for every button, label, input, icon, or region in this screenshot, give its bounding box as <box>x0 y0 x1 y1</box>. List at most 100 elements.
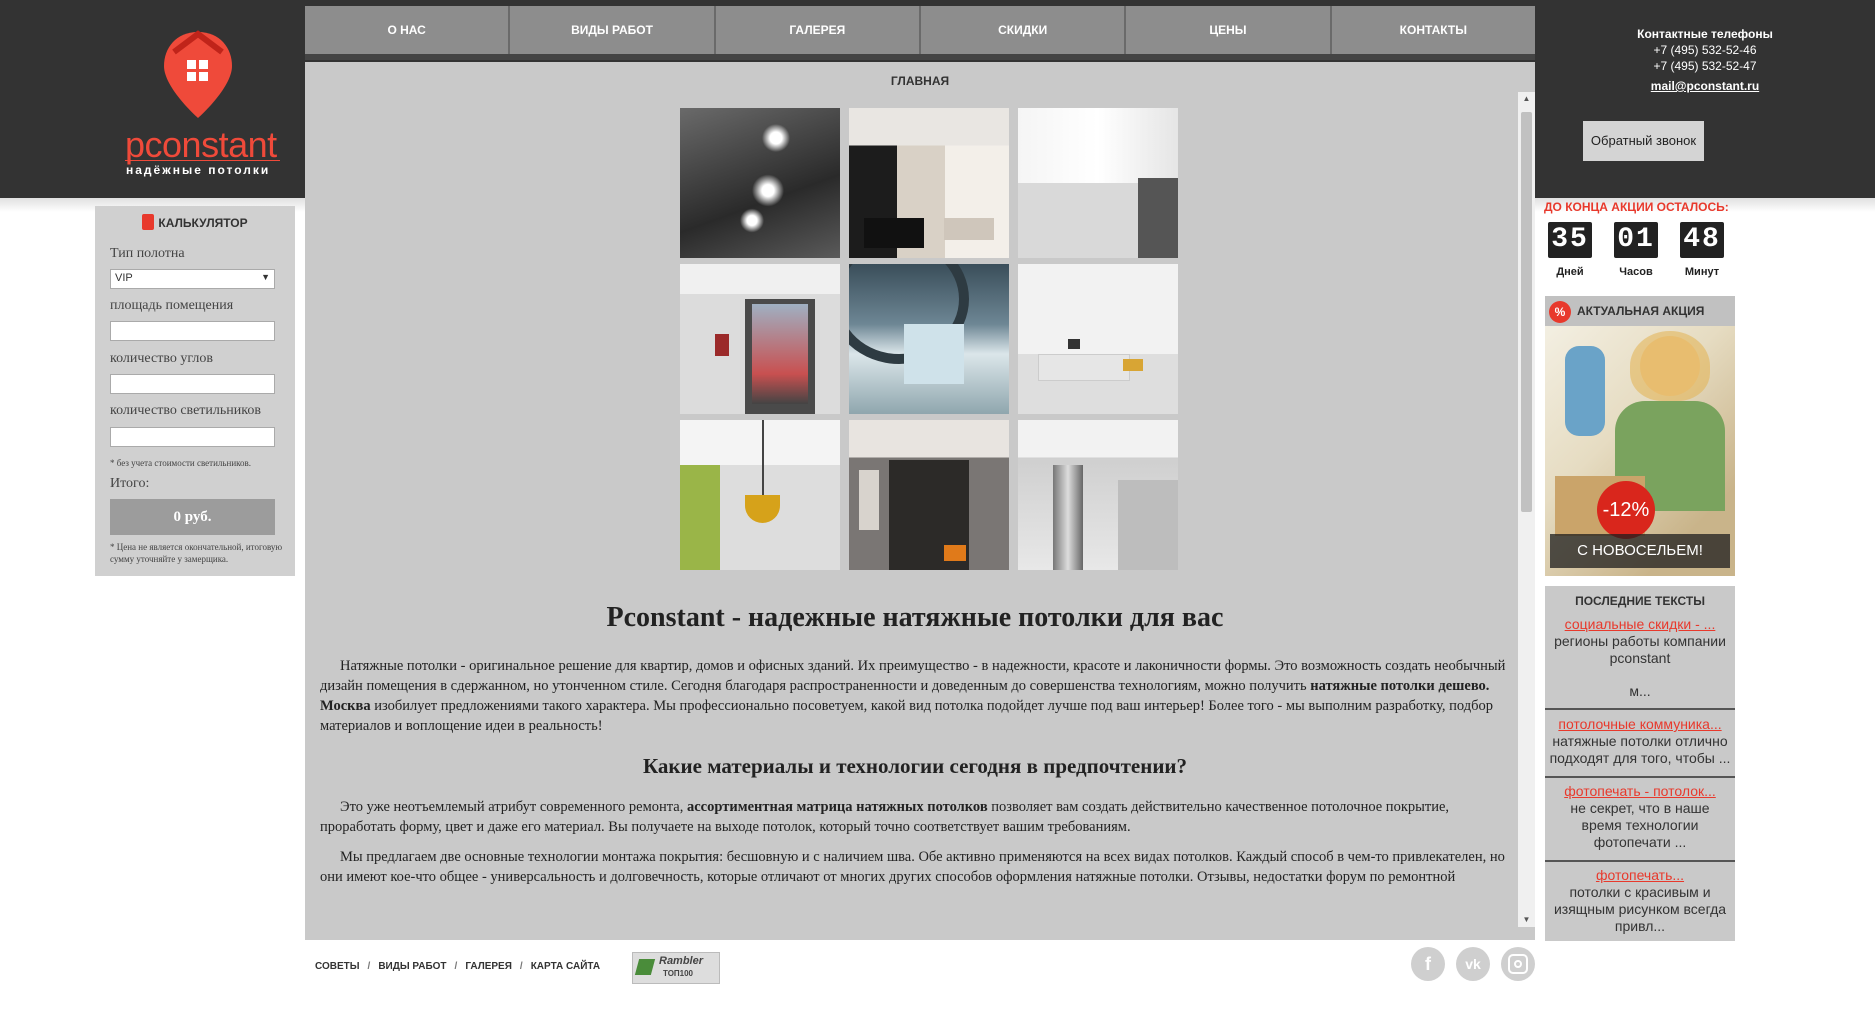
instagram-icon[interactable] <box>1501 947 1535 981</box>
article-excerpt: потолки с красивым и изящным рисунком вс… <box>1553 884 1727 934</box>
area-label: площадь помещения <box>110 298 234 313</box>
scroll-thumb[interactable] <box>1521 112 1532 512</box>
calculator-header: КАЛЬКУЛЯТОР <box>95 214 295 230</box>
corners-input[interactable] <box>110 374 275 394</box>
gallery-photo[interactable] <box>680 420 840 570</box>
gallery-photo[interactable] <box>849 264 1009 414</box>
minutes-value: 48 <box>1680 222 1724 258</box>
article-link[interactable]: фотопечать - потолок... <box>1549 783 1731 800</box>
article-more: м... <box>1629 683 1651 699</box>
promo-banner[interactable]: -12% С НОВОСЕЛЬЕМ! <box>1545 326 1735 576</box>
content-scrollbar[interactable]: ▲ ▼ <box>1518 92 1535 927</box>
gallery-photo[interactable] <box>849 108 1009 258</box>
days-value: 35 <box>1548 222 1592 258</box>
calculator-icon <box>142 214 155 230</box>
rambler-label: Rambler <box>659 955 704 967</box>
nav-contacts[interactable]: КОНТАКТЫ <box>1331 6 1535 54</box>
ceiling-type-label: Тип полотна <box>110 246 185 261</box>
gallery-photo[interactable] <box>849 420 1009 570</box>
nav-shadow <box>305 54 1535 60</box>
gallery-photo[interactable] <box>1018 420 1178 570</box>
divider <box>1545 708 1735 710</box>
ceiling-type-select[interactable]: VIP ▼ <box>110 269 275 289</box>
nav-services[interactable]: ВИДЫ РАБОТ <box>510 6 716 54</box>
rambler-logo-icon <box>634 959 656 975</box>
discount-badge: -12% <box>1597 481 1655 539</box>
price-note: * Цена не является окончательной, итогов… <box>110 542 283 564</box>
promo-title: АКТУАЛЬНАЯ АКЦИЯ <box>1577 304 1705 318</box>
footer-link-sitemap[interactable]: КАРТА САЙТА <box>531 961 600 972</box>
list-item: социальные скидки - ... регионы работы к… <box>1549 616 1731 700</box>
gallery-photo[interactable] <box>1018 108 1178 258</box>
rambler-top-label: ТОП100 <box>663 969 694 978</box>
list-item: фотопечать - потолок... не секрет, что в… <box>1549 783 1731 851</box>
article-excerpt: натяжные потолки отлично подходят для то… <box>1549 733 1731 766</box>
select-arrow-icon: ▼ <box>261 272 270 282</box>
paragraph-text: изобилует предложениями такого характера… <box>320 698 1493 734</box>
article-paragraph: Это уже неотъемлемый атрибут современног… <box>320 797 1510 837</box>
calculator-panel: КАЛЬКУЛЯТОР Тип полотна VIP ▼ площадь пом… <box>95 206 295 576</box>
footer-link-tips[interactable]: СОВЕТЫ <box>315 961 360 972</box>
callback-button[interactable]: Обратный звонок <box>1583 121 1704 161</box>
total-label: Итого: <box>110 476 150 491</box>
logo-pin-icon[interactable] <box>160 28 236 118</box>
page-title: Pconstant - надежные натяжные потолки дл… <box>606 602 1224 633</box>
section-heading: Какие материалы и технологии сегодня в п… <box>642 754 1188 778</box>
article-link[interactable]: потолочные коммуника... <box>1549 716 1731 733</box>
article-paragraph: Мы предлагаем две основные технологии мо… <box>320 849 1505 885</box>
area-input[interactable] <box>110 321 275 341</box>
contacts-title: Контактные телефоны <box>1637 27 1773 41</box>
list-item: потолочные коммуника... натяжные потолки… <box>1549 716 1731 767</box>
promo-header: % АКТУАЛЬНАЯ АКЦИЯ <box>1545 296 1735 326</box>
calculator-title: КАЛЬКУЛЯТОР <box>158 216 248 230</box>
scroll-down-icon[interactable]: ▼ <box>1518 913 1535 927</box>
article-excerpt: не секрет, что в наше время технологии ф… <box>1570 800 1710 850</box>
promo-caption: С НОВОСЕЛЬЕМ! <box>1550 534 1730 568</box>
main-content: ГЛАВНАЯ Pconstant - надежные натяжные по… <box>305 62 1535 940</box>
hours-label: Часов <box>1619 266 1653 278</box>
minutes-label: Минут <box>1684 266 1720 278</box>
lamps-note: * без учета стоимости светильников. <box>110 458 252 468</box>
hours-counter: 01 <box>1614 222 1658 258</box>
corners-label: количество углов <box>110 351 213 366</box>
phone-2[interactable]: +7 (495) 532-52-47 <box>1535 58 1875 74</box>
divider <box>1545 860 1735 862</box>
main-nav: О НАС ВИДЫ РАБОТ ГАЛЕРЕЯ СКИДКИ ЦЕНЫ КОН… <box>305 6 1535 54</box>
nav-discounts[interactable]: СКИДКИ <box>920 6 1127 54</box>
paragraph-bold-text: ассортиментная матрица натяжных потолков <box>686 799 988 815</box>
scroll-up-icon[interactable]: ▲ <box>1518 92 1535 106</box>
paragraph-text: Это уже неотъемлемый атрибут современног… <box>340 799 687 815</box>
article-excerpt: регионы работы компании pconstant <box>1554 633 1726 666</box>
nav-about[interactable]: О НАС <box>305 6 511 54</box>
total-value: 0 руб. <box>110 499 275 535</box>
photo-gallery <box>680 108 1180 570</box>
nav-prices[interactable]: ЦЕНЫ <box>1126 6 1332 54</box>
breadcrumb[interactable]: ГЛАВНАЯ <box>305 74 1535 88</box>
footer-link-services[interactable]: ВИДЫ РАБОТ <box>378 961 446 972</box>
footer-link-gallery[interactable]: ГАЛЕРЕЯ <box>465 961 512 972</box>
contacts-block: Контактные телефоны +7 (495) 532-52-46 +… <box>1535 26 1875 94</box>
list-item: фотопечать... потолки с красивым и изящн… <box>1549 867 1731 935</box>
facebook-icon[interactable]: f <box>1411 947 1445 981</box>
article-link[interactable]: фотопечать... <box>1549 867 1731 884</box>
percent-icon: % <box>1549 300 1571 323</box>
lamps-input[interactable] <box>110 427 275 447</box>
logo-tagline: надёжные потолки <box>126 163 271 177</box>
last-texts-panel: ПОСЛЕДНИЕ ТЕКСТЫ социальные скидки - ...… <box>1545 586 1735 941</box>
nav-gallery[interactable]: ГАЛЕРЕЯ <box>715 6 921 54</box>
gallery-photo[interactable] <box>1018 264 1178 414</box>
vk-icon[interactable]: vk <box>1456 947 1490 981</box>
lamps-label: количество светильников <box>110 403 261 418</box>
rambler-counter[interactable]: Rambler ТОП100 <box>632 952 720 984</box>
article-link[interactable]: социальные скидки - ... <box>1549 616 1731 633</box>
minutes-counter: 48 <box>1680 222 1724 258</box>
gallery-photo[interactable] <box>680 264 840 414</box>
article-paragraph: Натяжные потолки - оригинальное решение … <box>320 656 1510 736</box>
gallery-photo[interactable] <box>680 108 840 258</box>
phone-1[interactable]: +7 (495) 532-52-46 <box>1535 42 1875 58</box>
footer-nav: СОВЕТЫ / ВИДЫ РАБОТ / ГАЛЕРЕЯ / КАРТА САЙТА <box>315 961 601 972</box>
divider <box>1545 776 1735 778</box>
days-label: Дней <box>1556 266 1584 278</box>
last-texts-title: ПОСЛЕДНИЕ ТЕКСТЫ <box>1575 594 1705 608</box>
email-link[interactable]: mail@pconstant.ru <box>1535 78 1875 94</box>
